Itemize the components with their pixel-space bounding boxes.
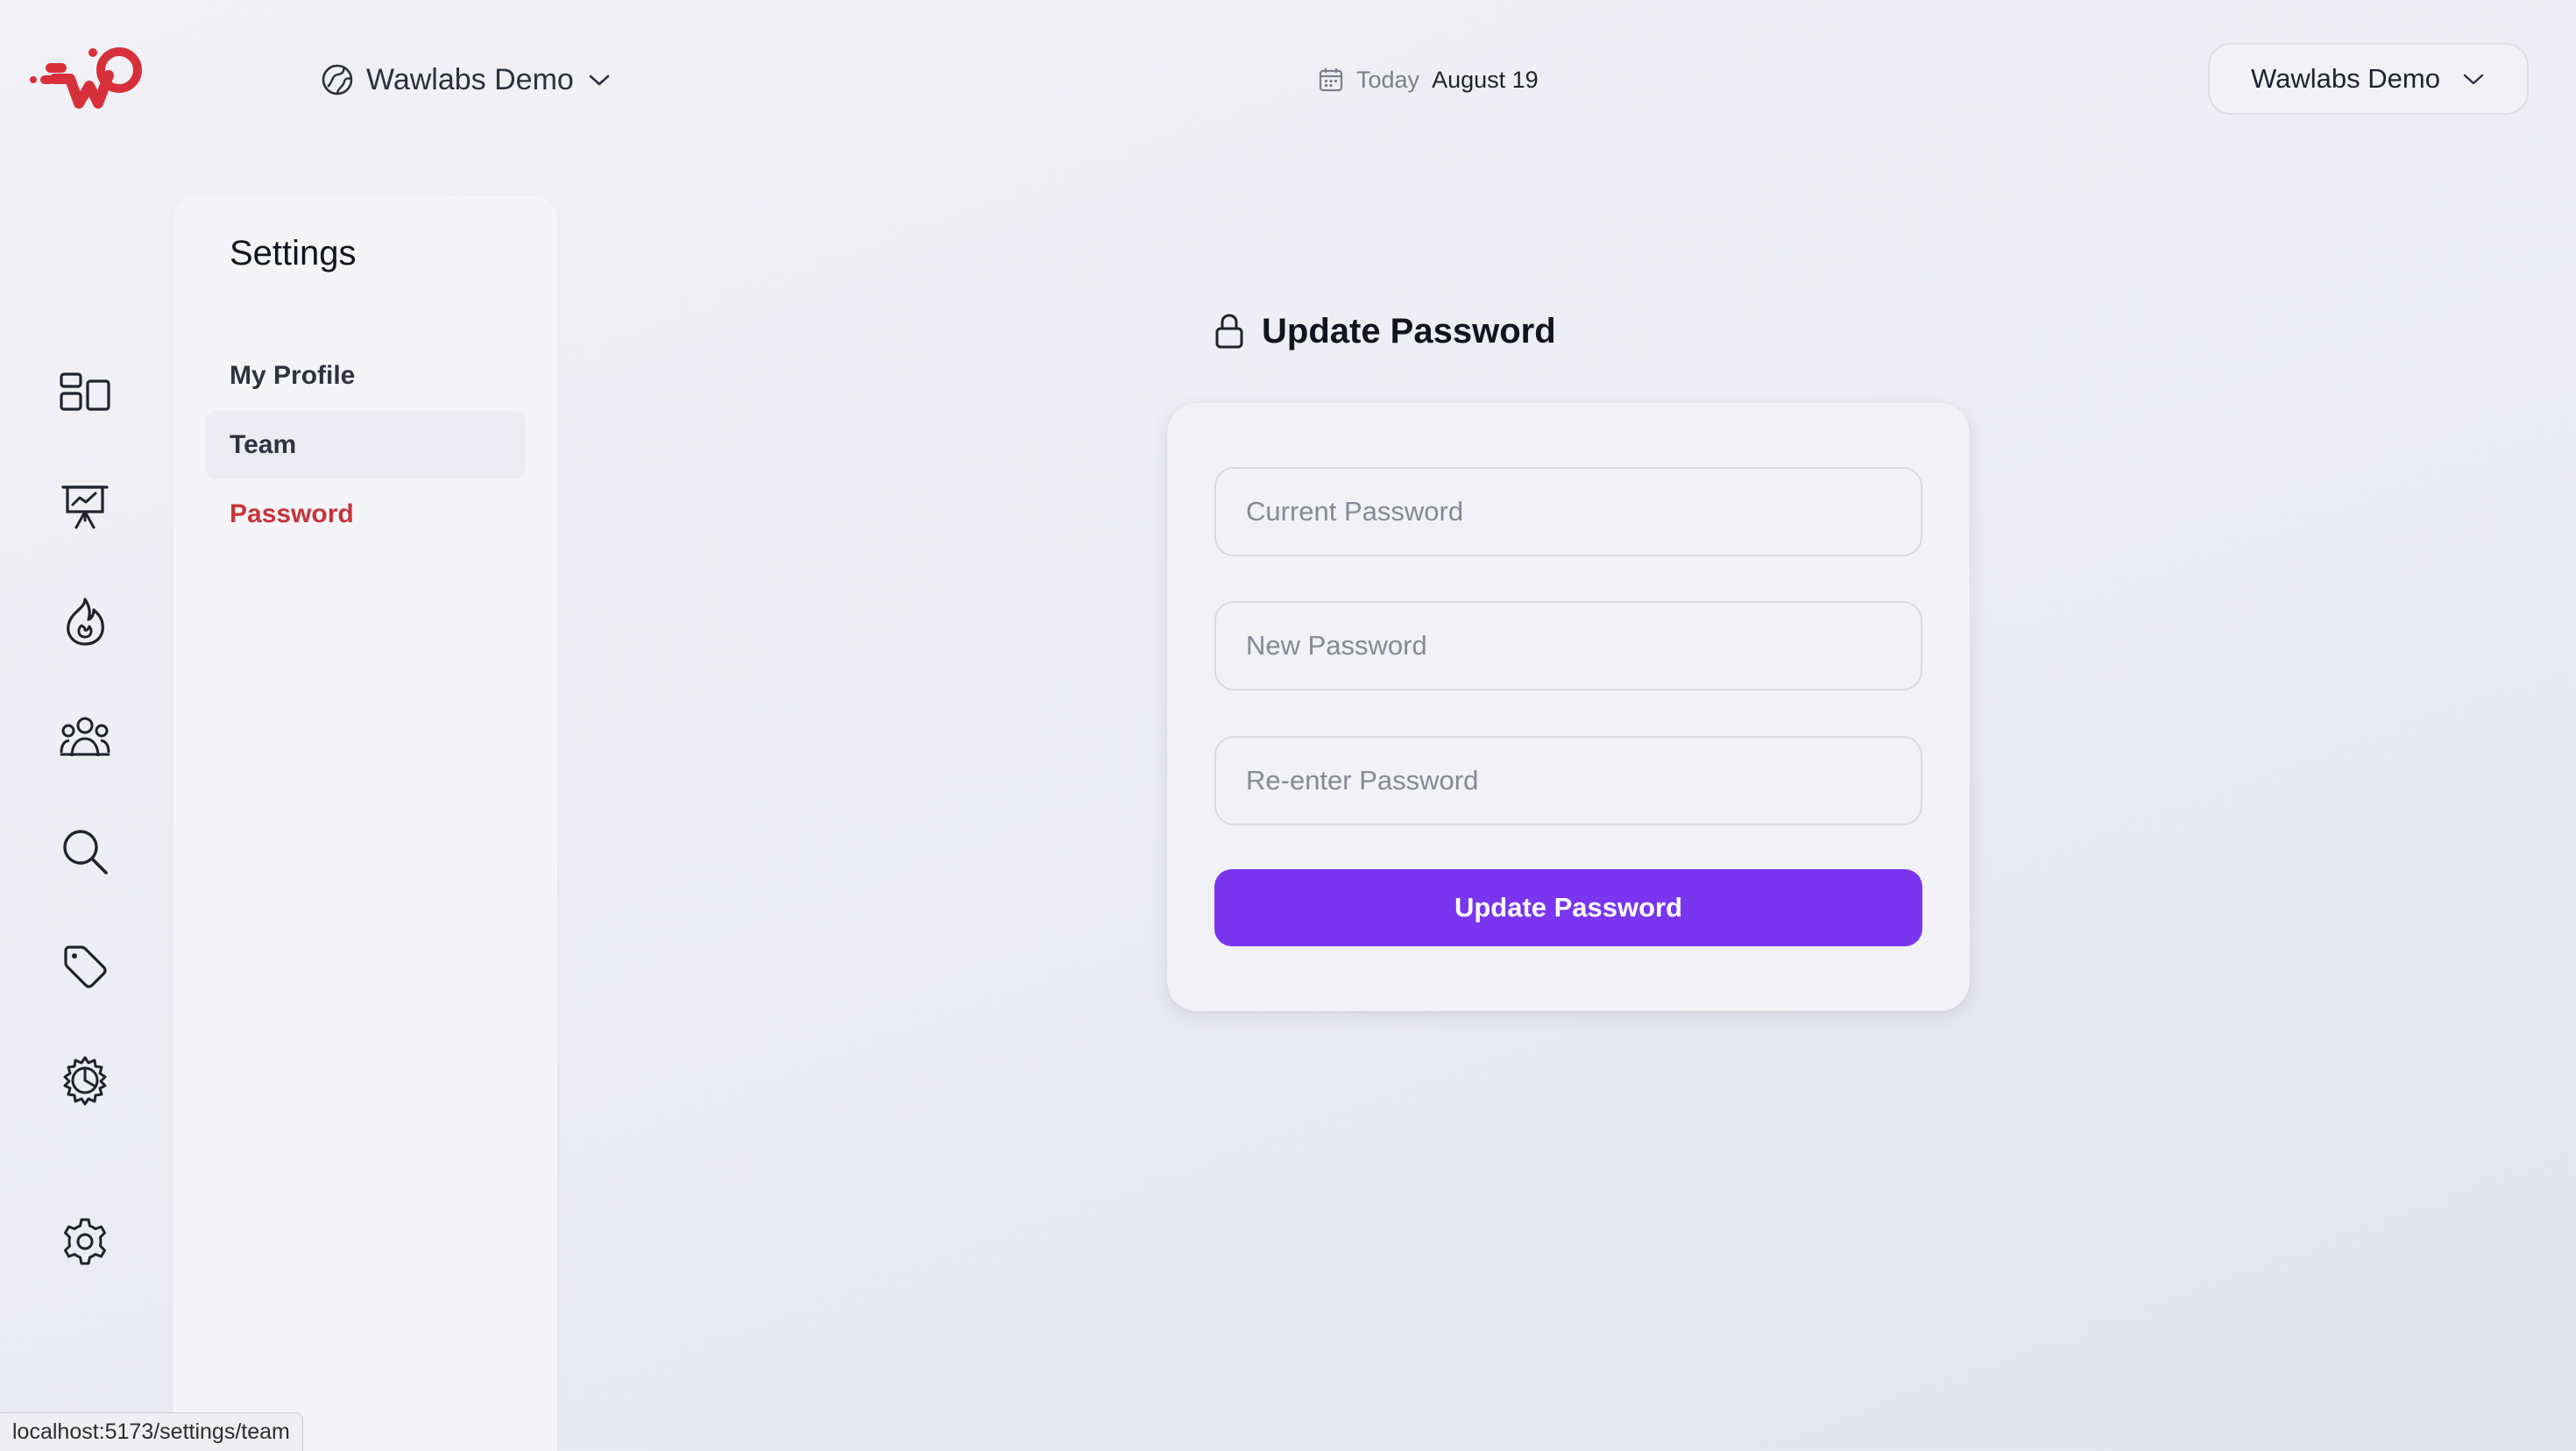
- calendar-icon: [1318, 67, 1344, 93]
- reenter-password-input[interactable]: [1214, 736, 1922, 825]
- workspace-selector[interactable]: Wawlabs Demo: [321, 58, 612, 102]
- workspace-label: Wawlabs Demo: [366, 62, 574, 96]
- lock-icon: [1214, 313, 1244, 350]
- settings-icon[interactable]: [56, 1213, 114, 1271]
- settings-sidebar: Settings My Profile Team Password: [173, 195, 557, 1451]
- update-password-title: Update Password: [1262, 311, 1556, 350]
- search-icon[interactable]: [56, 823, 114, 881]
- settings-menu-team[interactable]: Team: [205, 411, 526, 479]
- chevron-down-icon: [2461, 67, 2486, 91]
- new-password-input[interactable]: [1214, 601, 1922, 690]
- fire-icon[interactable]: [56, 592, 114, 650]
- account-label: Wawlabs Demo: [2251, 63, 2440, 94]
- settings-menu-password[interactable]: Password: [205, 480, 526, 549]
- settings-menu-my-profile[interactable]: My Profile: [205, 342, 526, 410]
- today-label: Today: [1356, 66, 1420, 93]
- presentation-chart-icon[interactable]: [56, 478, 114, 535]
- update-password-card: Update Password: [1167, 403, 1970, 1011]
- gear-badge-icon[interactable]: [56, 1051, 114, 1109]
- users-group-icon[interactable]: [56, 708, 114, 766]
- date-display: Today August 19: [1318, 63, 1539, 96]
- workspace-globe-icon: [321, 63, 354, 96]
- dashboard-icon[interactable]: [56, 363, 114, 421]
- update-password-button[interactable]: Update Password: [1214, 869, 1922, 946]
- chevron-down-icon: [586, 67, 612, 93]
- tag-icon[interactable]: [56, 938, 114, 995]
- current-password-input[interactable]: [1214, 467, 1922, 556]
- status-bar-url: localhost:5173/settings/team: [0, 1412, 303, 1451]
- update-password-header: Update Password: [1214, 307, 1556, 356]
- current-date: August 19: [1432, 66, 1539, 93]
- settings-title: Settings: [230, 234, 357, 273]
- wawlabs-logo-icon[interactable]: [28, 46, 145, 117]
- account-menu-button[interactable]: Wawlabs Demo: [2208, 43, 2529, 115]
